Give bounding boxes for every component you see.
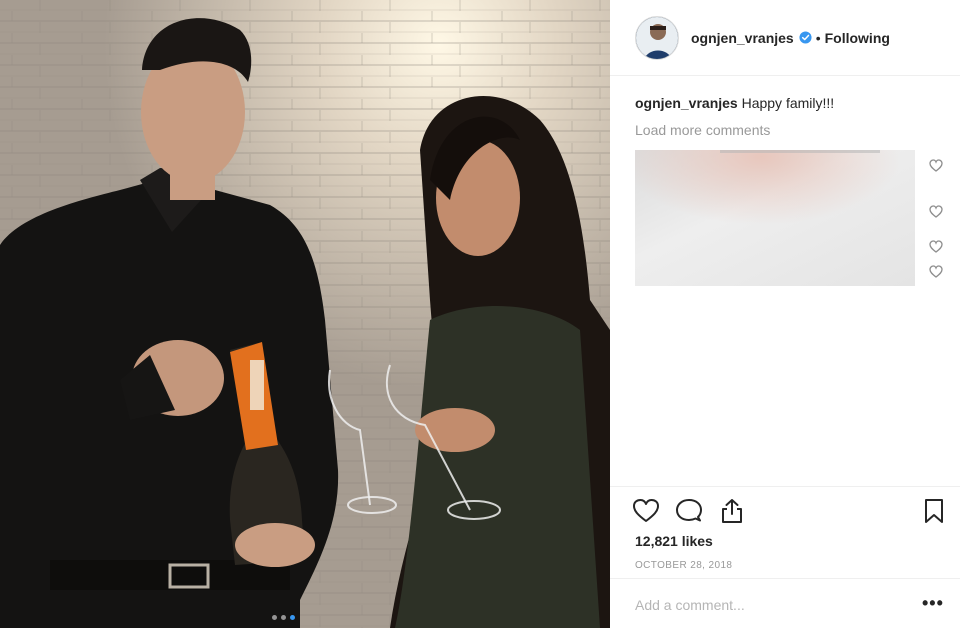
header-separator: •	[815, 29, 821, 46]
likes-count[interactable]: 12,821 likes	[635, 533, 713, 549]
carousel-dot-active[interactable]	[290, 615, 295, 620]
comment-like-heart-icon[interactable]	[929, 159, 943, 172]
carousel-dot[interactable]	[272, 615, 277, 620]
share-icon[interactable]	[718, 497, 746, 525]
heart-icon[interactable]	[632, 497, 660, 525]
comment-input[interactable]	[635, 597, 895, 613]
carousel-dots	[272, 615, 295, 620]
bookmark-icon[interactable]	[920, 497, 948, 525]
post-sidebar: ognjen_vranjes • Following ognjen_vranje…	[610, 0, 960, 628]
comment-like-heart-icon[interactable]	[929, 240, 943, 253]
comments-section: ognjen_vranjes Happy family!!! Load more…	[635, 94, 945, 138]
following-button[interactable]: Following	[825, 30, 890, 46]
verified-badge-icon	[799, 31, 812, 44]
caption-text: Happy family!!!	[737, 95, 835, 111]
post-header: ognjen_vranjes • Following	[610, 0, 960, 76]
post-photo[interactable]	[0, 0, 610, 628]
comment-like-heart-icon[interactable]	[929, 205, 943, 218]
post-date: OCTOBER 28, 2018	[635, 560, 733, 571]
avatar-image	[636, 16, 678, 59]
comment-icon[interactable]	[675, 497, 703, 525]
instagram-post: ognjen_vranjes • Following ognjen_vranje…	[0, 0, 960, 628]
load-more-comments-button[interactable]: Load more comments	[635, 122, 945, 138]
more-options-icon[interactable]: •••	[922, 594, 944, 612]
caption-username[interactable]: ognjen_vranjes	[635, 95, 738, 111]
comment-like-heart-icon[interactable]	[929, 265, 943, 278]
caption: ognjen_vranjes Happy family!!!	[635, 94, 945, 112]
avatar[interactable]	[635, 15, 679, 60]
photo-illustration	[0, 0, 610, 628]
header-username[interactable]: ognjen_vranjes	[691, 30, 794, 46]
add-comment-bar: •••	[610, 578, 960, 628]
blurred-comments	[635, 150, 915, 286]
carousel-dot[interactable]	[281, 615, 286, 620]
